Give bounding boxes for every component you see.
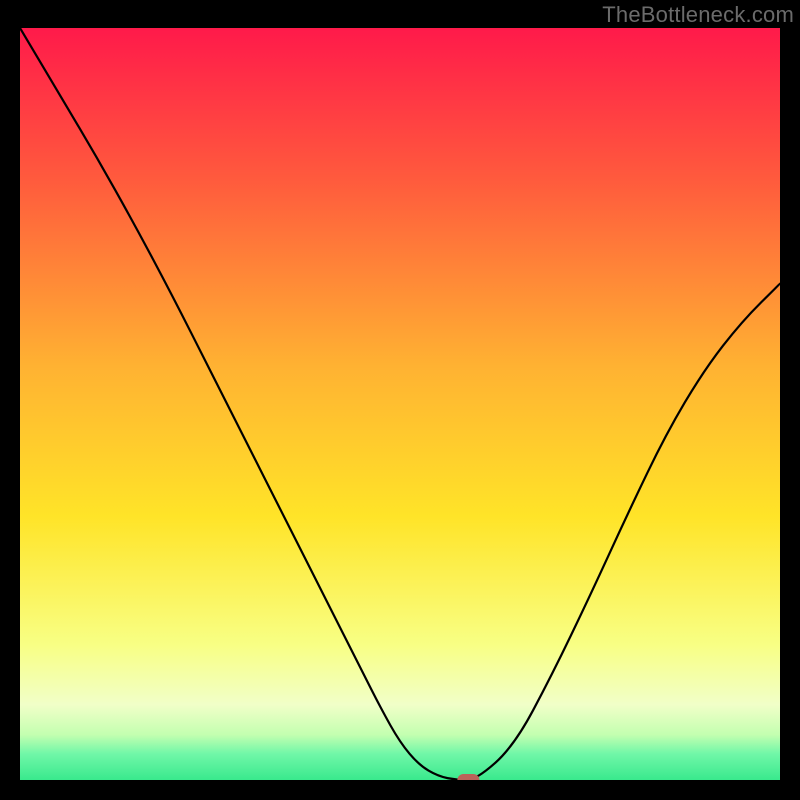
chart-frame: TheBottleneck.com: [0, 0, 800, 800]
bottleneck-chart: [20, 28, 780, 780]
chart-background-gradient: [20, 28, 780, 780]
optimal-point-marker: [457, 774, 479, 780]
attribution-text: TheBottleneck.com: [602, 2, 794, 28]
